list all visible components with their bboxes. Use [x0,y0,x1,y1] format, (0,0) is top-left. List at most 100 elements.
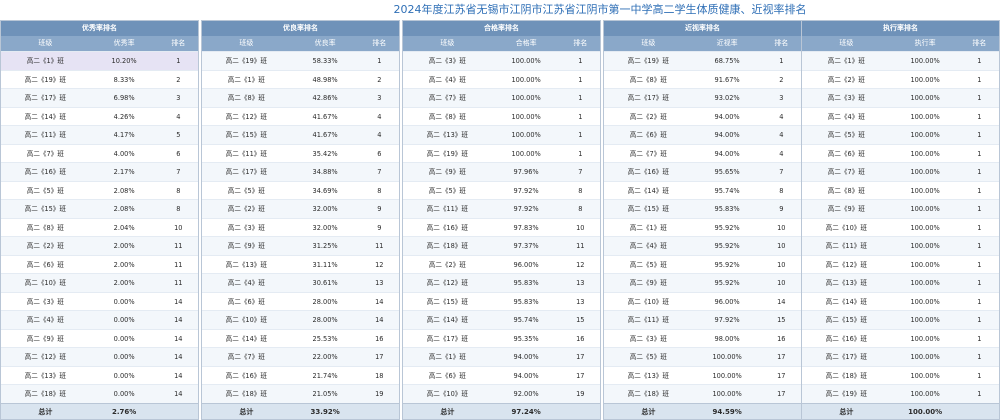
table-row[interactable]: 高二《7》班 100.00% 1 [403,88,600,107]
table-row[interactable]: 高二《4》班 30.61% 13 [202,273,399,292]
column-header-rank[interactable]: 排名 [960,36,999,51]
table-row[interactable]: 高二《3》班 32.00% 9 [202,217,399,237]
table-row[interactable]: 高二《15》班 95.83% 9 [604,199,801,218]
table-row[interactable]: 高二《16》班 2.17% 7 [1,162,198,181]
table-row[interactable]: 高二《3》班 0.00% 14 [1,291,198,311]
table-row[interactable]: 高二《2》班 100.00% 1 [802,69,999,89]
table-row[interactable]: 高二《5》班 97.92% 8 [403,180,600,200]
table-row[interactable]: 高二《11》班 4.17% 5 [1,125,198,144]
table-row[interactable]: 高二《2》班 96.00% 12 [403,254,600,274]
table-row[interactable]: 高二《6》班 2.00% 11 [1,254,198,274]
table-row[interactable]: 高二《6》班 94.00% 4 [604,125,801,144]
table-row[interactable]: 高二《5》班 2.08% 8 [1,180,198,200]
table-row[interactable]: 高二《19》班 68.75% 1 [604,51,801,70]
column-header-rank[interactable]: 排名 [561,36,600,51]
table-row[interactable]: 高二《5》班 100.00% 1 [802,125,999,144]
table-row[interactable]: 高二《2》班 2.00% 11 [1,236,198,255]
table-row[interactable]: 高二《19》班 58.33% 1 [202,51,399,70]
table-row[interactable]: 高二《18》班 100.00% 1 [802,365,999,385]
table-row[interactable]: 高二《12》班 0.00% 14 [1,347,198,366]
table-row[interactable]: 高二《11》班 97.92% 8 [403,199,600,218]
table-row[interactable]: 高二《3》班 100.00% 1 [802,88,999,107]
table-row[interactable]: 高二《13》班 100.00% 17 [604,365,801,385]
table-row[interactable]: 高二《8》班 42.86% 3 [202,88,399,107]
column-header-rate[interactable]: 执行率 [891,36,960,51]
column-header-rate[interactable]: 优秀率 [90,36,159,51]
table-row[interactable]: 高二《10》班 100.00% 1 [802,217,999,237]
table-row[interactable]: 高二《5》班 34.69% 8 [202,180,399,200]
table-row[interactable]: 高二《5》班 95.92% 10 [604,254,801,274]
column-header-rate[interactable]: 优良率 [291,36,360,51]
table-row[interactable]: 高二《1》班 10.20% 1 [1,51,198,70]
table-row[interactable]: 高二《14》班 25.53% 16 [202,328,399,348]
table-row[interactable]: 高二《6》班 28.00% 14 [202,291,399,311]
table-row[interactable]: 高二《4》班 100.00% 1 [802,106,999,126]
table-row[interactable]: 高二《15》班 41.67% 4 [202,125,399,144]
table-row[interactable]: 高二《16》班 100.00% 1 [802,328,999,348]
table-row[interactable]: 高二《15》班 2.08% 8 [1,199,198,218]
table-row[interactable]: 高二《9》班 31.25% 11 [202,236,399,255]
table-row[interactable]: 高二《12》班 41.67% 4 [202,106,399,126]
column-header-rate[interactable]: 近视率 [693,36,762,51]
column-header-class[interactable]: 班级 [202,36,291,51]
table-row[interactable]: 高二《8》班 100.00% 1 [403,106,600,126]
table-row[interactable]: 高二《17》班 34.88% 7 [202,162,399,181]
table-row[interactable]: 高二《14》班 4.26% 4 [1,106,198,126]
table-row[interactable]: 高二《6》班 100.00% 1 [802,143,999,163]
table-row[interactable]: 高二《11》班 35.42% 6 [202,143,399,163]
table-row[interactable]: 高二《1》班 48.98% 2 [202,69,399,89]
table-row[interactable]: 高二《16》班 97.83% 10 [403,217,600,237]
table-row[interactable]: 高二《16》班 95.65% 7 [604,162,801,181]
column-header-class[interactable]: 班级 [403,36,492,51]
table-row[interactable]: 高二《13》班 0.00% 14 [1,365,198,385]
table-row[interactable]: 高二《7》班 4.00% 6 [1,143,198,163]
table-row[interactable]: 高二《9》班 0.00% 14 [1,328,198,348]
table-row[interactable]: 高二《8》班 91.67% 2 [604,69,801,89]
table-row[interactable]: 高二《10》班 2.00% 11 [1,273,198,292]
column-header-rank[interactable]: 排名 [360,36,399,51]
table-row[interactable]: 高二《17》班 93.02% 3 [604,88,801,107]
table-row[interactable]: 高二《4》班 100.00% 1 [403,69,600,89]
table-row[interactable]: 高二《17》班 95.35% 16 [403,328,600,348]
table-row[interactable]: 高二《8》班 100.00% 1 [802,180,999,200]
table-row[interactable]: 高二《12》班 100.00% 1 [802,254,999,274]
table-row[interactable]: 高二《16》班 21.74% 18 [202,365,399,385]
table-row[interactable]: 高二《4》班 95.92% 10 [604,236,801,255]
column-header-rank[interactable]: 排名 [762,36,801,51]
table-row[interactable]: 高二《15》班 95.83% 13 [403,291,600,311]
table-row[interactable]: 高二《2》班 94.00% 4 [604,106,801,126]
table-row[interactable]: 高二《19》班 100.00% 1 [403,143,600,163]
table-row[interactable]: 高二《3》班 100.00% 1 [403,51,600,70]
table-row[interactable]: 高二《4》班 0.00% 14 [1,310,198,329]
table-row[interactable]: 高二《15》班 100.00% 1 [802,310,999,329]
table-row[interactable]: 高二《6》班 94.00% 17 [403,365,600,385]
table-row[interactable]: 高二《14》班 95.74% 8 [604,180,801,200]
table-row[interactable]: 高二《18》班 97.37% 11 [403,236,600,255]
column-header-rank[interactable]: 排名 [159,36,198,51]
table-row[interactable]: 高二《7》班 94.00% 4 [604,143,801,163]
table-row[interactable]: 高二《17》班 6.98% 3 [1,88,198,107]
table-row[interactable]: 高二《9》班 97.96% 7 [403,162,600,181]
table-row[interactable]: 高二《1》班 94.00% 17 [403,347,600,366]
table-row[interactable]: 高二《13》班 100.00% 1 [802,273,999,292]
table-row[interactable]: 高二《13》班 100.00% 1 [403,125,600,144]
table-row[interactable]: 高二《14》班 100.00% 1 [802,291,999,311]
table-row[interactable]: 高二《3》班 98.00% 16 [604,328,801,348]
table-row[interactable]: 高二《19》班 8.33% 2 [1,69,198,89]
table-row[interactable]: 高二《10》班 28.00% 14 [202,310,399,329]
table-row[interactable]: 高二《5》班 100.00% 17 [604,347,801,366]
table-row[interactable]: 高二《2》班 32.00% 9 [202,199,399,218]
column-header-class[interactable]: 班级 [604,36,693,51]
table-row[interactable]: 高二《12》班 95.83% 13 [403,273,600,292]
table-row[interactable]: 高二《9》班 95.92% 10 [604,273,801,292]
column-header-class[interactable]: 班级 [1,36,90,51]
column-header-class[interactable]: 班级 [802,36,891,51]
table-row[interactable]: 高二《13》班 31.11% 12 [202,254,399,274]
column-header-rate[interactable]: 合格率 [492,36,561,51]
table-row[interactable]: 高二《7》班 22.00% 17 [202,347,399,366]
table-row[interactable]: 高二《7》班 100.00% 1 [802,162,999,181]
table-row[interactable]: 高二《11》班 97.92% 15 [604,310,801,329]
table-row[interactable]: 高二《11》班 100.00% 1 [802,236,999,255]
table-row[interactable]: 高二《9》班 100.00% 1 [802,199,999,218]
table-row[interactable]: 高二《17》班 100.00% 1 [802,347,999,366]
